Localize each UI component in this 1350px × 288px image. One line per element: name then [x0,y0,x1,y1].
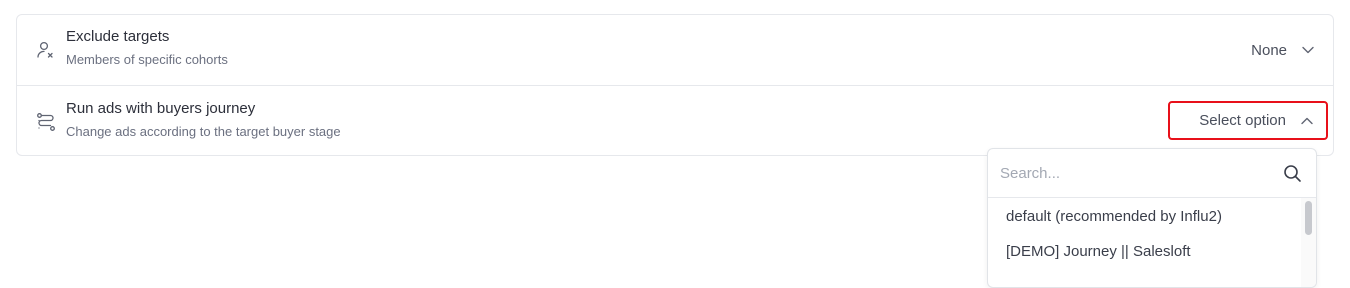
buyers-journey-row[interactable]: Run ads with buyers journey Change ads a… [17,87,1333,157]
buyers-journey-select[interactable]: Select option [1168,101,1328,140]
dropdown-option[interactable]: [DEMO] Journey || Salesloft [1006,243,1191,260]
search-input[interactable] [1000,161,1260,185]
buyers-journey-title: Run ads with buyers journey [66,100,256,117]
exclude-targets-title: Exclude targets [66,28,170,45]
dropdown-option[interactable]: default (recommended by Influ2) [1006,208,1222,225]
chevron-up-icon [1300,114,1314,128]
user-x-icon [36,40,56,60]
scrollbar-thumb[interactable] [1305,201,1312,235]
chevron-down-icon [1301,43,1315,57]
exclude-targets-subtitle: Members of specific cohorts [66,52,228,67]
buyers-journey-dropdown: default (recommended by Influ2) [DEMO] J… [987,148,1317,288]
dropdown-search [988,149,1316,198]
search-icon[interactable] [1283,164,1302,183]
buyers-journey-value: Select option [1199,112,1286,129]
buyers-journey-subtitle: Change ads according to the target buyer… [66,124,341,139]
exclude-targets-value: None [1251,41,1287,59]
settings-card: Exclude targets Members of specific coho… [16,14,1334,156]
journey-route-icon [36,112,56,132]
exclude-targets-row[interactable]: Exclude targets Members of specific coho… [17,15,1333,86]
exclude-targets-select[interactable]: None [1251,40,1315,60]
